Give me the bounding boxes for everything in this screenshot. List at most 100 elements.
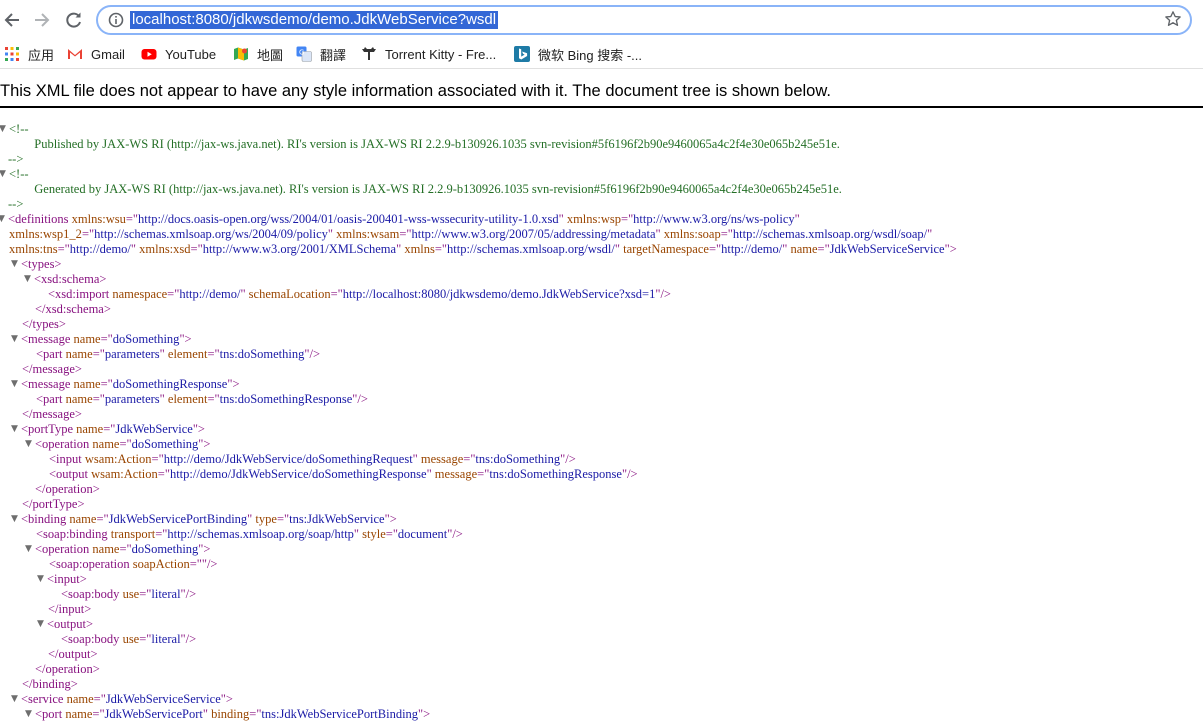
xml-attr-value: http://schemas.xmlsoap.org/ws/2004/09/po… <box>94 227 328 241</box>
xml-attr-value: http://schemas.xmlsoap.org/wsdl/soap/ <box>732 227 928 241</box>
xml-tag: <binding <box>21 512 70 526</box>
xml-tag: =" <box>103 422 116 436</box>
back-button[interactable] <box>1 9 23 31</box>
bookmark-bing[interactable]: 微软 Bing 搜索 -... <box>514 45 642 63</box>
xml-attr-value: http://www.w3.org/2007/05/addressing/met… <box>411 227 656 241</box>
xml-tag: "> <box>418 707 431 721</box>
xml-line: <binding name="JdkWebServicePortBinding"… <box>21 512 397 527</box>
xml-line: </operation> <box>35 482 100 497</box>
xml-tag: "> <box>192 422 205 436</box>
xml-attr-value: http://demo/ <box>69 242 131 256</box>
bookmark-star-icon[interactable] <box>1164 10 1182 28</box>
reload-button[interactable] <box>63 9 85 31</box>
collapse-toggle-icon[interactable]: ▼ <box>11 377 20 392</box>
collapse-toggle-icon[interactable]: ▼ <box>0 167 8 182</box>
xml-tag: </types> <box>22 317 66 331</box>
bookmark-label: 翻譯 <box>320 47 347 63</box>
xml-line: <definitions xmlns:wsu="http://docs.oasi… <box>8 212 800 227</box>
xml-attr-value: doSomething <box>131 542 199 556</box>
bookmark-torrent-kitty[interactable]: Torrent Kitty - Fre... <box>361 45 496 63</box>
xml-tag: "> <box>179 332 192 346</box>
collapse-toggle-icon[interactable]: ▼ <box>11 512 20 527</box>
xml-attr-name: name <box>65 392 93 406</box>
collapse-toggle-icon[interactable]: ▼ <box>11 422 20 437</box>
xml-tag: <soap:operation <box>49 557 133 571</box>
collapse-toggle-icon[interactable]: ▼ <box>11 692 20 707</box>
xml-attr-name: xmlns:tns <box>9 242 58 256</box>
svg-text:G: G <box>299 49 304 57</box>
xml-tag: =" <box>189 557 202 571</box>
xml-line: --> <box>8 197 23 212</box>
bookmark-label: 地圖 <box>257 47 284 63</box>
bookmark-translate[interactable]: G 翻譯 <box>296 45 346 63</box>
xml-tag: </xsd:schema> <box>35 302 111 316</box>
xml-tag: =" <box>207 392 220 406</box>
url-text[interactable]: localhost:8080/jdkwsdemo/demo.JdkWebServ… <box>130 11 499 29</box>
xml-line: <!-- <box>9 167 29 182</box>
xml-attr-name: xmlns:xsd <box>139 242 191 256</box>
xml-line: </output> <box>48 647 98 662</box>
xml-style-notice: This XML file does not appear to have an… <box>0 82 831 100</box>
xml-tag: " <box>240 287 249 301</box>
bookmark-label: 应用 <box>28 47 55 63</box>
xml-tag: " <box>159 347 168 361</box>
xml-attr-name: wsam:Action <box>84 452 152 466</box>
xml-line: <input> <box>47 572 87 587</box>
collapse-toggle-icon[interactable]: ▼ <box>25 707 34 722</box>
xml-attr-value: tns:JdkWebServicePortBinding <box>261 707 419 721</box>
xml-attr-name: message <box>434 467 478 481</box>
collapse-toggle-icon[interactable]: ▼ <box>24 272 33 287</box>
bookmark-label: 微软 Bing 搜索 -... <box>538 47 643 63</box>
collapse-toggle-icon[interactable]: ▼ <box>37 572 46 587</box>
xml-attr-value: doSomething <box>112 332 180 346</box>
collapse-toggle-icon[interactable]: ▼ <box>0 122 8 137</box>
xml-tag: "/> <box>621 467 638 481</box>
browser-toolbar: localhost:8080/jdkwsdemo/demo.JdkWebServ… <box>0 0 1203 40</box>
forward-button[interactable] <box>31 9 53 31</box>
xml-tag: =" <box>96 512 109 526</box>
xml-line: <part name="parameters" element="tns:doS… <box>36 347 320 362</box>
collapse-toggle-icon[interactable]: ▼ <box>11 257 20 272</box>
xml-tag: " <box>353 527 363 541</box>
xml-tag: <output <box>49 467 92 481</box>
xml-tag: <types> <box>21 257 62 271</box>
xml-tag: <port <box>35 707 66 721</box>
bookmark-youtube[interactable]: YouTube <box>141 45 216 63</box>
bookmark-gmail[interactable]: Gmail <box>67 45 125 63</box>
collapse-toggle-icon[interactable]: ▼ <box>25 542 34 557</box>
xml-line: Generated by JAX-WS RI (http://jax-ws.ja… <box>28 182 842 197</box>
address-bar[interactable]: localhost:8080/jdkwsdemo/demo.JdkWebServ… <box>96 5 1192 35</box>
collapse-toggle-icon[interactable]: ▼ <box>37 617 46 632</box>
xml-line: </portType> <box>22 497 85 512</box>
xml-tag: "/> <box>201 557 218 571</box>
reload-icon <box>66 12 81 28</box>
info-icon[interactable] <box>108 12 124 28</box>
xml-tag: " <box>927 227 933 241</box>
xml-tag: " <box>614 242 624 256</box>
bookmark-maps[interactable]: 地圖 <box>233 45 283 63</box>
collapse-toggle-icon[interactable]: ▼ <box>25 437 34 452</box>
collapse-toggle-icon[interactable]: ▼ <box>11 332 20 347</box>
xml-attr-name: xmlns:wsp <box>566 212 622 226</box>
xml-tag: <operation <box>35 437 93 451</box>
xml-attr-value: http://schemas.xmlsoap.org/wsdl/ <box>447 242 615 256</box>
xml-attr-name: namespace <box>112 287 168 301</box>
xml-line: <input wsam:Action="http://demo/JdkWebSe… <box>49 452 576 467</box>
xml-line: <!-- <box>9 122 29 137</box>
xml-attr-value: document <box>397 527 448 541</box>
xml-line: </message> <box>22 407 82 422</box>
xml-line: </binding> <box>22 677 78 692</box>
xml-tag: =" <box>463 452 476 466</box>
xml-attr-value: http://localhost:8080/jdkwsdemo/demo.Jdk… <box>342 287 656 301</box>
bookmark-apps[interactable]: 应用 <box>4 45 54 63</box>
xml-tag: </input> <box>48 602 92 616</box>
xml-attr-name: element <box>167 392 208 406</box>
xml-tag: " <box>202 707 212 721</box>
xml-comment: Published by JAX-WS RI (http://jax-ws.ja… <box>28 137 840 151</box>
xml-tag: =" <box>157 467 170 481</box>
xml-tag: =" <box>477 467 490 481</box>
xml-attr-value: http://demo/JdkWebService/doSomethingReq… <box>163 452 413 466</box>
collapse-toggle-icon[interactable]: ▼ <box>0 212 7 227</box>
xml-attr-value: http://www.w3.org/ns/ws-policy <box>633 212 795 226</box>
xml-tag: "/> <box>180 632 197 646</box>
